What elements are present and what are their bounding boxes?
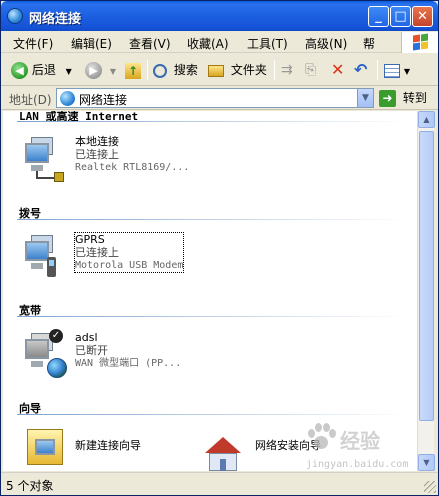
back-arrow-icon: ◀ — [11, 62, 28, 79]
menu-file[interactable]: 文件(F) — [13, 35, 53, 52]
address-dropdown-icon[interactable]: ▼ — [357, 89, 373, 107]
watermark-brand: 经验 — [340, 429, 380, 453]
connection-name: 本地连接 — [75, 135, 119, 148]
connection-name: GPRS — [75, 233, 105, 246]
delete-button[interactable]: ✕ — [331, 60, 344, 80]
connection-status: 已断开 — [75, 344, 108, 357]
network-connections-icon — [60, 91, 75, 106]
forward-dropdown-icon[interactable]: ▼ — [110, 67, 116, 76]
group-divider — [17, 414, 409, 415]
search-icon — [153, 63, 167, 78]
group-divider — [17, 219, 409, 220]
menu-tools[interactable]: 工具(T) — [247, 35, 288, 52]
close-button[interactable]: ✕ — [412, 6, 433, 27]
connections-list: LAN 或高速 Internet 本地连接 已连接上 Realtek RTL81… — [3, 111, 417, 471]
menu-bar: 文件(F) 编辑(E) 查看(V) 收藏(A) 工具(T) 高级(N) 帮 — [1, 31, 438, 53]
connection-gprs[interactable]: GPRS 已连接上 Motorola USB Modem — [21, 232, 261, 283]
wizard-name: 新建连接向导 — [75, 439, 141, 452]
go-label: 转到 — [402, 91, 427, 105]
up-button[interactable]: ↑ — [125, 60, 141, 80]
new-connection-wizard-icon — [21, 427, 69, 471]
maximize-button[interactable]: □ — [390, 6, 411, 27]
search-button[interactable]: 搜索 — [153, 60, 198, 80]
toolbar-separator — [147, 60, 148, 80]
scroll-thumb[interactable] — [419, 131, 434, 421]
forward-arrow-icon: ▶ — [85, 62, 102, 79]
copy-to-button[interactable]: ⎘ — [305, 60, 316, 80]
address-value: 网络连接 — [79, 93, 128, 107]
menu-view[interactable]: 查看(V) — [129, 35, 171, 52]
menu-favorites[interactable]: 收藏(A) — [187, 35, 229, 52]
connection-device: Realtek RTL8169/... — [75, 162, 190, 173]
folder-up-icon: ↑ — [125, 62, 141, 79]
connection-device: Motorola USB Modem — [75, 260, 184, 271]
menu-help[interactable]: 帮 — [363, 35, 375, 52]
address-bar: 地址(D) 网络连接 ▼ ➜ 转到 — [1, 86, 438, 110]
dialup-connection-icon — [21, 233, 69, 281]
back-dropdown-icon[interactable]: ▼ — [66, 67, 72, 76]
folders-icon — [208, 64, 224, 77]
delete-x-icon: ✕ — [331, 60, 345, 79]
address-label: 地址(D) — [9, 93, 52, 107]
connection-device: WAN 微型端口 (PP... — [75, 358, 182, 369]
undo-icon: ↶ — [354, 60, 368, 79]
folders-button[interactable]: 文件夹 — [208, 60, 267, 80]
broadband-connection-icon: ✓ — [21, 329, 69, 379]
move-to-button[interactable]: ⇉ — [281, 60, 293, 80]
undo-button[interactable]: ↶ — [354, 60, 367, 80]
go-arrow-icon: ➜ — [379, 90, 396, 107]
toolbar-separator — [274, 60, 275, 80]
windows-logo-icon — [401, 32, 438, 53]
network-connections-icon — [7, 8, 23, 24]
views-icon — [384, 63, 400, 78]
folders-label: 文件夹 — [230, 63, 267, 77]
title-bar[interactable]: 网络连接 _ □ ✕ — [1, 1, 438, 31]
scroll-up-button[interactable]: ▲ — [418, 111, 435, 128]
forward-button[interactable]: ▶ ▼ — [85, 60, 116, 80]
connection-local[interactable]: 本地连接 已连接上 Realtek RTL8169/... — [21, 135, 261, 185]
vertical-scrollbar[interactable]: ▲ ▼ — [417, 111, 435, 471]
toolbar-separator — [377, 60, 378, 80]
connection-status: 已连接上 — [75, 148, 119, 161]
connection-adsl[interactable]: ✓ adsl 已断开 WAN 微型端口 (PP... — [21, 329, 261, 381]
move-to-icon: ⇉ — [281, 62, 293, 78]
connection-status: 已连接上 — [75, 246, 119, 259]
group-divider — [17, 121, 409, 122]
watermark-url: jingyan.baidu.com — [306, 459, 409, 470]
home-network-icon — [203, 437, 243, 471]
copy-to-icon: ⎘ — [305, 62, 317, 78]
back-button[interactable]: ◀ 后退 ▼ — [11, 60, 72, 80]
status-text: 5 个对象 — [6, 479, 54, 493]
views-dropdown-icon: ▼ — [403, 67, 410, 76]
explorer-window: 网络连接 _ □ ✕ 文件(F) 编辑(E) 查看(V) 收藏(A) 工具(T)… — [0, 0, 439, 496]
group-header-lan: LAN 或高速 Internet — [19, 111, 139, 123]
minimize-button[interactable]: _ — [368, 6, 389, 27]
resize-grip-icon[interactable] — [424, 481, 436, 493]
search-label: 搜索 — [173, 63, 198, 77]
window-title: 网络连接 — [29, 12, 82, 27]
menu-edit[interactable]: 编辑(E) — [71, 35, 112, 52]
group-divider — [17, 316, 409, 317]
views-button[interactable]: ▼ — [384, 60, 410, 80]
go-button[interactable]: ➜ 转到 — [379, 89, 427, 107]
toolbar: ◀ 后退 ▼ ▶ ▼ ↑ 搜索 文件夹 ⇉ ⎘ ✕ ↶ ▼ — [1, 54, 438, 86]
menu-advanced[interactable]: 高级(N) — [305, 35, 347, 52]
checkmark-icon: ✓ — [49, 329, 63, 343]
lan-connection-icon — [21, 135, 69, 183]
wizard-new-connection[interactable]: 新建连接向导 — [21, 427, 201, 471]
watermark: 经验 jingyan.baidu.com — [306, 421, 436, 476]
back-label: 后退 — [31, 63, 56, 77]
paw-logo-icon — [306, 423, 336, 453]
address-field[interactable]: 网络连接 ▼ — [56, 88, 374, 108]
connection-name: adsl — [75, 331, 98, 344]
